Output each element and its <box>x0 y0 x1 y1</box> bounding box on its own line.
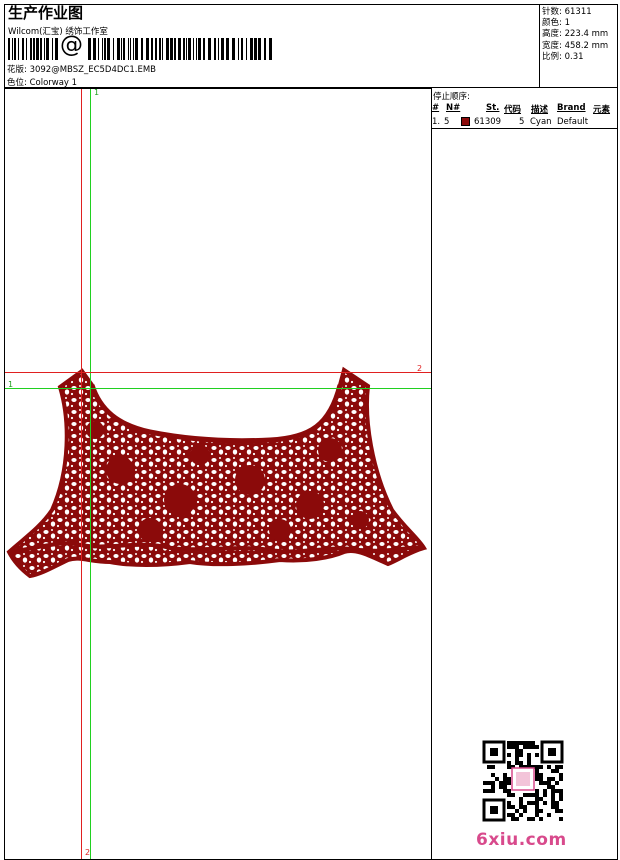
guide-label-v2: 2 <box>85 848 91 857</box>
qr-code <box>482 740 564 822</box>
guide-label-h2: 2 <box>417 364 423 373</box>
guide-label-h1: 1 <box>8 380 14 389</box>
guide-label-v1: 1 <box>94 88 100 97</box>
design-canvas <box>5 89 431 859</box>
watermark-logo: 6xiu.com <box>476 830 567 850</box>
embroidery-design <box>6 366 428 579</box>
